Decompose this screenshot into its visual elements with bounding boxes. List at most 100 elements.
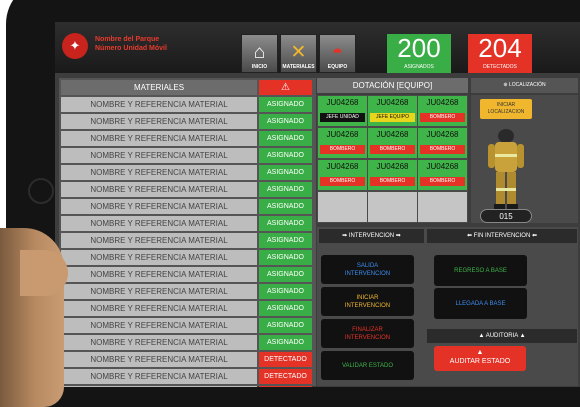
firefighter-figure	[488, 129, 524, 211]
material-row[interactable]: NOMBRE Y REFERENCIA MATERIALDETECTADO	[61, 369, 312, 384]
material-name: NOMBRE Y REFERENCIA MATERIAL	[61, 165, 257, 180]
material-row[interactable]: NOMBRE Y REFERENCIA MATERIAL ASIGNADO	[61, 148, 312, 163]
location-number: 015	[480, 209, 532, 223]
material-row[interactable]: NOMBRE Y REFERENCIA MATERIALDETECTADO	[61, 352, 312, 367]
material-row[interactable]: NOMBRE Y REFERENCIA MATERIAL ASIGNADO	[61, 199, 312, 214]
fin-intervencion-header: ⬅ FIN INTERVENCION ⬅	[427, 229, 577, 243]
iniciar-localizacion-button[interactable]: INICIAR LOCALIZACION	[480, 99, 532, 119]
material-status-badge: ASIGNADO	[259, 250, 312, 265]
detected-label: DETECTADOS	[483, 64, 517, 70]
fin-intervencion-header-label: FIN INTERVENCION	[473, 233, 531, 239]
materials-panel: MATERIALES ⚠ NOMBRE Y REFERENCIA MATERIA…	[59, 78, 316, 387]
material-row[interactable]: NOMBRE Y REFERENCIA MATERIAL ASIGNADO	[61, 97, 312, 112]
material-row[interactable]: NOMBRE Y REFERENCIA MATERIAL ASIGNADO	[61, 267, 312, 282]
arrow-left-icon: ⬅	[467, 233, 474, 239]
alarm-icon: ▲	[476, 349, 484, 356]
salida-intervencion-label: SALIDA INTERVENCION	[344, 262, 391, 277]
assigned-label: ASIGNADOS	[404, 64, 434, 70]
regreso-base-label: REGRESO A BASE	[454, 267, 507, 274]
material-status-badge: ASIGNADO	[259, 114, 312, 129]
crew-member-cell[interactable]: JU04268 JEFE UNIDAD	[318, 96, 367, 126]
material-row[interactable]: NOMBRE Y REFERENCIA MATERIAL ASIGNADO	[61, 165, 312, 180]
arrow-right-icon: ➡	[394, 233, 401, 239]
auditar-estado-label: AUDITAR ESTADO	[449, 358, 511, 365]
crew-member-role: BOMBERO	[320, 145, 365, 154]
material-row[interactable]: NOMBRE Y REFERENCIA MATERIAL ASIGNADO	[61, 114, 312, 129]
crew-member-code: JU04268	[426, 98, 459, 107]
crew-member-cell[interactable]: JU04268 BOMBERO	[318, 128, 367, 158]
iniciar-intervencion-label: INICIAR INTERVENCION	[344, 294, 391, 309]
material-row[interactable]: NOMBRE Y REFERENCIA MATERIAL ASIGNADO	[61, 250, 312, 265]
material-row[interactable]: NOMBRE Y REFERENCIA MATERIAL ASIGNADO	[61, 335, 312, 350]
salida-intervencion-button[interactable]: SALIDA INTERVENCION	[321, 255, 414, 284]
material-status-badge: ASIGNADO	[259, 131, 312, 146]
auditoria-header: ▲ AUDITORIA ▲	[427, 329, 577, 343]
regreso-base-button[interactable]: REGRESO A BASE	[434, 255, 527, 286]
auditar-estado-button[interactable]: ▲ AUDITAR ESTADO	[434, 346, 526, 371]
park-info: Nombre del Parque Número Unidad Móvil	[95, 35, 167, 53]
crew-member-cell[interactable]: JU04268 BOMBERO	[418, 96, 467, 126]
crew-member-code: JU04268	[426, 130, 459, 139]
empty-crew-slot[interactable]	[318, 192, 367, 222]
material-status-badge: ASIGNADO	[259, 97, 312, 112]
nav-equipo-button[interactable]: ◓ EQUIPO	[319, 34, 356, 73]
localizacion-header: ⊕ LOCALIZACIÓN	[471, 78, 578, 93]
triangle-up-icon: ▲	[478, 333, 486, 339]
material-name: NOMBRE Y REFERENCIA MATERIAL	[61, 131, 257, 146]
material-row[interactable]: NOMBRE Y REFERENCIA MATERIAL ASIGNADO	[61, 216, 312, 231]
material-name: NOMBRE Y REFERENCIA MATERIAL	[61, 267, 257, 282]
material-row[interactable]: NOMBRE Y REFERENCIA MATERIAL ASIGNADO	[61, 301, 312, 316]
park-name: Nombre del Parque	[95, 36, 160, 43]
llegada-base-button[interactable]: LLEGADA A BASE	[434, 288, 527, 319]
material-row[interactable]: NOMBRE Y REFERENCIA MATERIALDETECTADO	[61, 386, 312, 387]
empty-crew-slot[interactable]	[368, 192, 417, 222]
finalizar-intervencion-button[interactable]: FINALIZAR INTERVENCION	[321, 319, 414, 348]
material-name: NOMBRE Y REFERENCIA MATERIAL	[61, 250, 257, 265]
nav-materiales-label: MATERIALES	[282, 64, 315, 70]
validar-estado-button[interactable]: VALIDAR ESTADO	[321, 351, 414, 380]
nav-inicio-label: INICIO	[251, 64, 268, 70]
dotacion-grid: JU04268 JEFE UNIDAD JU04268 JEFE EQUIPO JU04…	[317, 95, 468, 223]
crew-member-code: JU04268	[326, 162, 359, 171]
nav-inicio-button[interactable]: ⌂ INICIO	[241, 34, 278, 73]
material-status-badge: ASIGNADO	[259, 165, 312, 180]
material-name: NOMBRE Y REFERENCIA MATERIAL	[61, 233, 257, 248]
material-row[interactable]: NOMBRE Y REFERENCIA MATERIAL ASIGNADO	[61, 233, 312, 248]
crew-member-code: JU04268	[426, 162, 459, 171]
unit-number: Número Unidad Móvil	[95, 45, 167, 52]
empty-crew-slot[interactable]	[418, 192, 467, 222]
material-status-badge: ASIGNADO	[259, 301, 312, 316]
crew-member-role: BOMBERO	[320, 177, 365, 186]
material-name: NOMBRE Y REFERENCIA MATERIAL	[61, 216, 257, 231]
crew-member-role: BOMBERO	[420, 145, 465, 154]
top-bar: ✦ Nombre del Parque Número Unidad Móvil …	[55, 22, 580, 73]
warning-icon: ⚠	[259, 80, 312, 95]
material-name: NOMBRE Y REFERENCIA MATERIAL	[61, 318, 257, 333]
material-name: NOMBRE Y REFERENCIA MATERIAL	[61, 182, 257, 197]
crew-member-cell[interactable]: JU04268 BOMBERO	[418, 128, 467, 158]
llegada-base-label: LLEGADA A BASE	[455, 300, 506, 307]
crew-member-cell[interactable]: JU04268 BOMBERO	[368, 160, 417, 190]
crew-member-cell[interactable]: JU04268 JEFE EQUIPO	[368, 96, 417, 126]
material-name: NOMBRE Y REFERENCIA MATERIAL	[61, 284, 257, 299]
crew-member-role: BOMBERO	[370, 177, 415, 186]
material-status-badge: DETECTADO	[259, 369, 312, 384]
intervencion-header: ➡ INTERVENCION ➡	[319, 229, 424, 243]
material-status-badge: ASIGNADO	[259, 284, 312, 299]
material-row[interactable]: NOMBRE Y REFERENCIA MATERIAL ASIGNADO	[61, 131, 312, 146]
material-row[interactable]: NOMBRE Y REFERENCIA MATERIAL ASIGNADO	[61, 284, 312, 299]
arrow-left-icon: ⬅	[530, 233, 537, 239]
firefighter-logo-icon: ✦	[62, 33, 88, 59]
crew-member-cell[interactable]: JU04268 BOMBERO	[368, 128, 417, 158]
material-row[interactable]: NOMBRE Y REFERENCIA MATERIAL ASIGNADO	[61, 318, 312, 333]
crew-member-cell[interactable]: JU04268 BOMBERO	[318, 160, 367, 190]
arrow-right-icon: ➡	[342, 233, 349, 239]
dotacion-header: DOTACIÓN [EQUIPO]	[317, 78, 468, 93]
iniciar-intervencion-button[interactable]: INICIAR INTERVENCION	[321, 287, 414, 316]
crew-member-cell[interactable]: JU04268 BOMBERO	[418, 160, 467, 190]
material-row[interactable]: NOMBRE Y REFERENCIA MATERIAL ASIGNADO	[61, 182, 312, 197]
home-hardware-button[interactable]	[28, 178, 54, 204]
material-name: NOMBRE Y REFERENCIA MATERIAL	[61, 148, 257, 163]
crew-member-role: JEFE UNIDAD	[320, 113, 365, 122]
nav-materiales-button[interactable]: ✕ MATERIALES	[280, 34, 317, 73]
